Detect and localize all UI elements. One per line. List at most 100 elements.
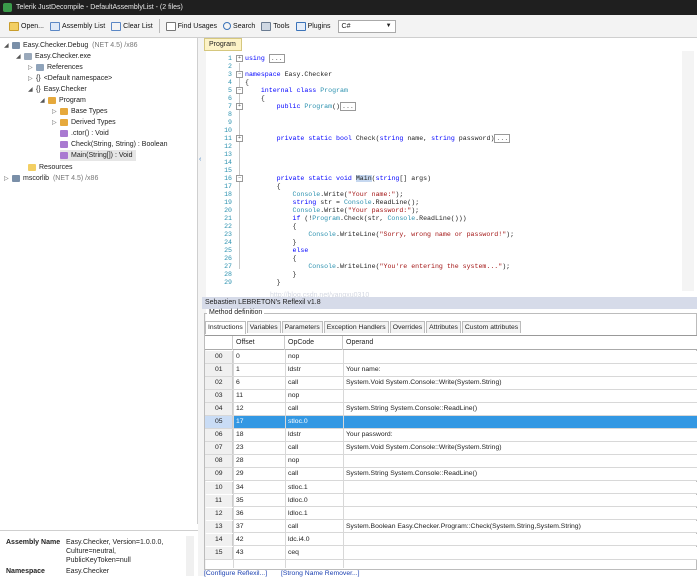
info-pane: Assembly Name Easy.Checker, Version=1.0.… — [0, 530, 198, 578]
assembly-name-label: Assembly Name — [6, 539, 61, 546]
derived-types-icon — [60, 118, 68, 126]
row-index: 11 — [205, 494, 233, 507]
collapse-arrow-icon[interactable]: ◢ — [16, 52, 24, 63]
tab-exception-handlers[interactable]: Exception Handlers — [323, 321, 389, 333]
tree-item-default-namespace[interactable]: ▷{} <Default namespace> — [28, 73, 112, 84]
table-row[interactable]: 09 29 call System.String System.Console::Re… — [205, 468, 697, 482]
table-row[interactable]: 03 11 nop — [205, 390, 697, 403]
strong-name-remover-link[interactable]: [Strong Name Remover...] — [281, 570, 360, 577]
row-index: 00 — [205, 351, 233, 363]
collapse-fold-icon[interactable]: − — [236, 71, 243, 78]
table-row[interactable]: 15 43 ceq — [205, 546, 697, 560]
table-row[interactable]: 02 6 call System.Void System.Console::Write… — [205, 377, 697, 390]
tab-program[interactable]: Program — [204, 38, 242, 51]
table-row[interactable]: 10 34 stloc.1 — [205, 481, 697, 495]
tree-item-check-method[interactable]: Check(String, String) : Boolean — [60, 139, 168, 150]
tab-attributes[interactable]: Attributes — [426, 321, 461, 333]
collapse-arrow-icon[interactable]: ◢ — [4, 41, 12, 52]
tree-item-ctor[interactable]: .ctor() : Void — [60, 128, 109, 139]
assembly-name-value-3: PublicKeyToken=null — [66, 557, 131, 564]
cell-opcode: ldc.i4.0 — [288, 535, 310, 543]
class-icon — [48, 96, 56, 104]
tools-button[interactable]: Tools — [258, 18, 292, 34]
open-button[interactable]: Open... — [6, 18, 47, 34]
row-index: 09 — [205, 468, 233, 481]
table-row[interactable]: 12 36 ldloc.1 — [205, 507, 697, 521]
row-index: 05 — [205, 416, 233, 429]
find-usages-icon — [165, 21, 176, 31]
expand-fold-icon[interactable]: + — [236, 135, 243, 142]
column-header-offset[interactable]: Offset — [233, 336, 285, 350]
table-row[interactable]: 14 42 ldc.i4.0 — [205, 533, 697, 547]
collapse-fold-icon[interactable]: − — [236, 87, 243, 94]
collapse-arrow-icon[interactable]: ◢ — [40, 96, 48, 107]
info-scrollbar[interactable] — [186, 536, 194, 576]
table-row[interactable]: 07 23 call System.Void System.Console::Writ… — [205, 442, 697, 456]
tab-overrides[interactable]: Overrides — [389, 321, 426, 333]
language-select[interactable]: C# ▼ — [337, 19, 396, 33]
cell-opcode: ldstr — [288, 366, 301, 374]
collapse-arrow-icon[interactable]: ◢ — [28, 85, 36, 96]
code-scrollbar[interactable] — [682, 51, 694, 291]
expand-fold-icon[interactable]: + — [236, 103, 243, 110]
assembly-name-value-1: Easy.Checker, Version=1.0.0.0, — [66, 539, 164, 546]
cell-opcode: call — [288, 379, 299, 387]
expand-fold-icon[interactable]: + — [236, 55, 243, 62]
cell-opcode: nop — [288, 353, 300, 360]
cell-opcode: stloc.0 — [288, 418, 308, 426]
tree-item-references[interactable]: ▷ References — [28, 62, 83, 73]
cell-operand — [343, 495, 697, 507]
code-editor[interactable]: 1 + using ... 2 3− namespace Easy.Checker 4… — [206, 51, 682, 291]
table-row[interactable]: 08 28 nop — [205, 455, 697, 469]
namespace-label: Namespace — [6, 568, 45, 575]
tree-item-derived-types[interactable]: ▷ Derived Types — [52, 117, 116, 128]
dropdown-arrow-icon: ▼ — [385, 23, 392, 29]
table-row[interactable]: 05 17 stloc.0 — [205, 416, 697, 430]
tree-item-easy-checker-debug[interactable]: ◢ Easy.Checker.Debug (NET 4.5) /x86 — [4, 40, 138, 51]
table-row[interactable]: 11 35 ldloc.0 — [205, 494, 697, 508]
configure-reflexil-link[interactable]: [Configure Reflexil...] — [204, 570, 267, 577]
tab-custom-attributes[interactable]: Custom attributes — [461, 321, 522, 333]
tab-parameters[interactable]: Parameters — [281, 321, 323, 333]
tree-item-program[interactable]: ◢ Program — [40, 95, 86, 106]
assembly-list-button[interactable]: Assembly List — [47, 18, 108, 34]
tab-variables[interactable]: Variables — [246, 321, 281, 333]
table-row[interactable]: 00 0 nop — [205, 351, 697, 364]
row-header-corner — [205, 336, 233, 350]
clear-list-icon — [111, 21, 122, 31]
instructions-grid[interactable]: Offset OpCode Operand 00 0 nop 01 1 ldstr Your… — [205, 335, 697, 568]
expand-arrow-icon[interactable]: ▷ — [52, 118, 60, 129]
cell-offset: 17 — [236, 418, 244, 426]
namespace-icon: {} — [36, 86, 41, 93]
cell-operand: Your password: — [346, 431, 393, 439]
collapse-left-icon[interactable]: ‹ — [199, 156, 201, 163]
tree-item-resources[interactable]: Resources — [28, 162, 72, 173]
cell-offset: 29 — [236, 470, 244, 478]
collapse-fold-icon[interactable]: − — [236, 175, 243, 182]
table-row[interactable]: 06 18 ldstr Your password: — [205, 429, 697, 443]
row-index: 04 — [205, 403, 233, 416]
plugins-button[interactable]: Plugins — [293, 18, 334, 34]
tree-item-main-method[interactable]: Main(String[]) : Void — [60, 150, 137, 161]
tree-item-base-types[interactable]: ▷ Base Types — [52, 106, 107, 117]
row-index: 07 — [205, 442, 233, 455]
column-header-opcode[interactable]: OpCode — [285, 336, 343, 350]
tree-item-mscorlib[interactable]: ▷ mscorlib (NET 4.5) /x86 — [4, 173, 98, 184]
expand-arrow-icon[interactable]: ▷ — [4, 174, 12, 185]
bottom-links: [Configure Reflexil...] [Strong Name Rem… — [204, 568, 697, 580]
tree-item-easy-checker-exe[interactable]: ◢ Easy.Checker.exe — [16, 51, 91, 62]
table-row[interactable]: 01 1 ldstr Your name: — [205, 364, 697, 377]
find-usages-button[interactable]: Find Usages — [163, 18, 220, 34]
table-row[interactable]: 04 12 call System.String System.Console::Re… — [205, 403, 697, 416]
tab-instructions[interactable]: Instructions — [205, 321, 246, 334]
search-button[interactable]: Search — [220, 18, 258, 34]
cell-offset: 37 — [236, 522, 244, 530]
cell-offset: 35 — [236, 496, 244, 504]
column-header-operand[interactable]: Operand — [343, 336, 697, 350]
tree-item-easy-checker-namespace[interactable]: ◢{} Easy.Checker — [28, 84, 87, 95]
cell-opcode: nop — [288, 457, 300, 465]
clear-list-button[interactable]: Clear List — [108, 18, 156, 34]
watermark: http://blog.csdn.net/yangxu0310 — [270, 292, 370, 299]
table-row[interactable]: 13 37 call System.Boolean Easy.Checker.Prog… — [205, 520, 697, 534]
assembly-icon — [12, 41, 20, 49]
